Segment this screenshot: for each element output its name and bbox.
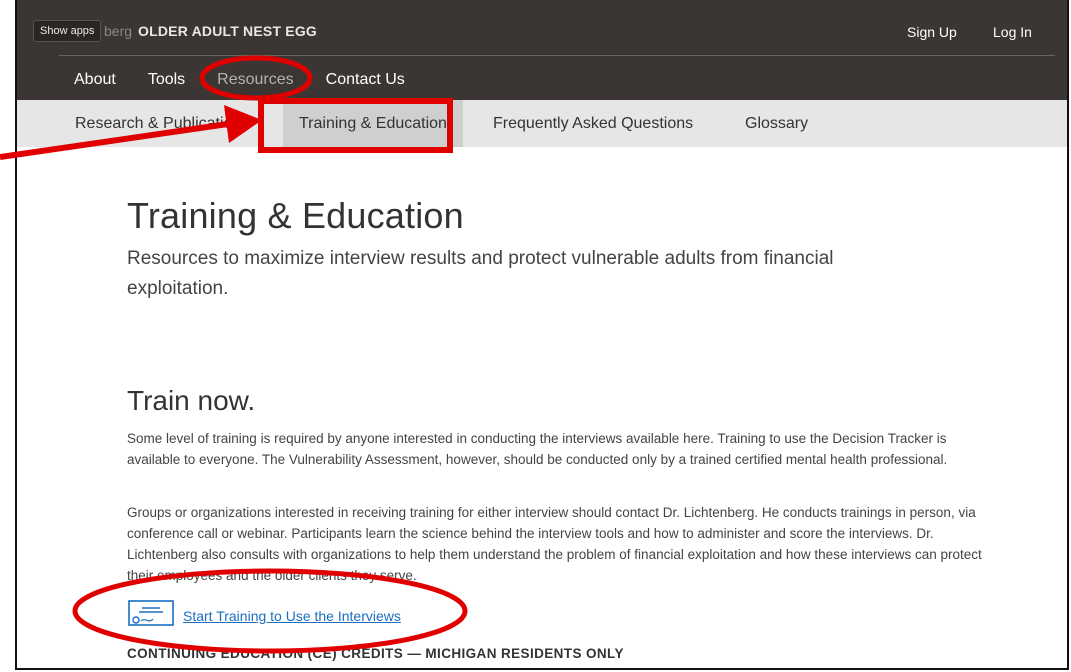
cta-row[interactable]: Start Training to Use the Interviews [127,598,401,633]
login-link[interactable]: Log In [993,21,1032,43]
nav-item-tools[interactable]: Tools [148,70,185,90]
subnav-item-research[interactable]: Research & Publications [75,100,249,147]
site-logo[interactable]: OLDER ADULT NEST EGG [138,20,317,42]
section-title: Train now. [127,385,256,416]
logo-prefix[interactable]: berg [104,20,132,42]
page-title: Training & Education [127,195,464,236]
nav-item-contact[interactable]: Contact Us [326,70,405,90]
ce-heading: CONTINUING EDUCATION (CE) CREDITS — MICH… [127,646,624,661]
nav-item-resources[interactable]: Resources [217,70,293,90]
page-lede: Resources to maximize interview results … [127,248,834,299]
nav-item-about[interactable]: About [74,70,116,90]
signup-link[interactable]: Sign Up [907,21,957,43]
show-apps-button[interactable]: Show apps [33,20,102,42]
paragraph-1: Some level of training is required by an… [127,431,948,467]
subnav-item-faq[interactable]: Frequently Asked Questions [493,100,693,147]
start-training-link[interactable]: Start Training to Use the Interviews [183,608,401,624]
certificate-icon [127,598,175,633]
subnav-item-glossary[interactable]: Glossary [745,100,808,147]
main-nav: About Tools Resources Contact Us [74,70,437,90]
subnav-item-training[interactable]: Training & Education [283,100,463,147]
header-divider [59,55,1055,56]
sub-nav: Research & Publications Training & Educa… [17,100,1067,147]
site-header: Show apps berg OLDER ADULT NEST EGG Sign… [17,0,1067,100]
paragraph-2: Groups or organizations interested in re… [127,505,982,583]
browser-page: Show apps berg OLDER ADULT NEST EGG Sign… [15,0,1069,670]
